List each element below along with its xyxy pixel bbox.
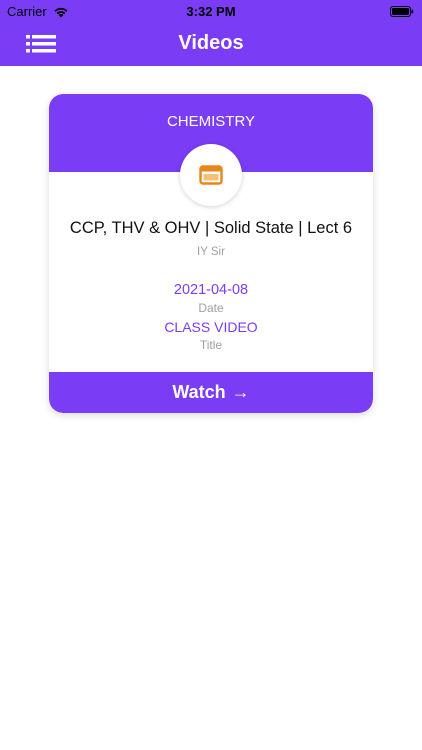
watch-label: Watch xyxy=(172,382,226,402)
status-time: 3:32 PM xyxy=(186,4,236,19)
battery-icon xyxy=(390,5,414,20)
status-bar: Carrier 3:32 PM xyxy=(0,0,422,22)
video-type-label: Title xyxy=(199,338,223,352)
video-icon-badge xyxy=(180,144,242,206)
arrow-right-icon: → xyxy=(231,382,250,402)
video-type-value: CLASS VIDEO xyxy=(164,319,258,335)
video-card[interactable]: CHEMISTRY CCP, THV & OHV | Solid State |… xyxy=(49,94,373,413)
date-label: Date xyxy=(198,301,224,315)
subject-label: CHEMISTRY xyxy=(166,113,256,130)
page-title: Videos xyxy=(178,32,244,54)
lecture-title: CCP, THV & OHV | Solid State | Lect 6 xyxy=(69,219,353,237)
video-player-icon xyxy=(199,165,223,185)
teacher-name: IY Sir xyxy=(197,246,225,258)
watch-button[interactable]: Watch → xyxy=(49,372,373,413)
date-value: 2021-04-08 xyxy=(173,282,249,298)
nav-bar: Videos xyxy=(0,22,422,66)
